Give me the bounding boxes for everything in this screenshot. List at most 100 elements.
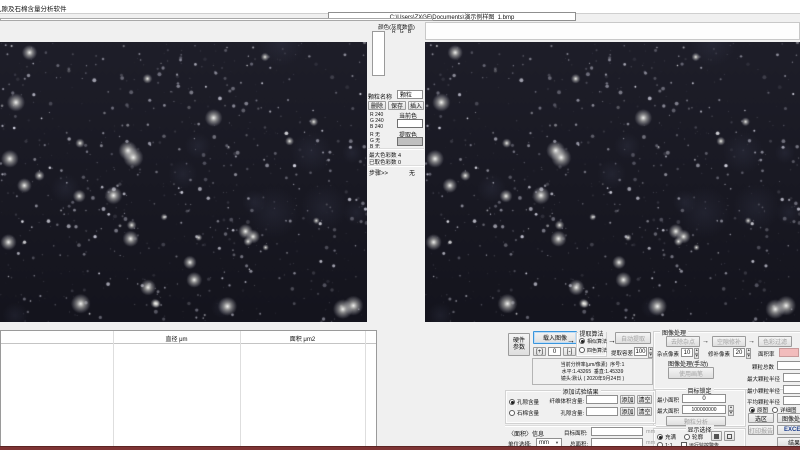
divider	[368, 165, 424, 167]
zoom-in-button[interactable]: [+]	[533, 347, 546, 356]
radio-asbestos-content[interactable]: 石棉含量	[509, 409, 539, 417]
table-divider	[113, 331, 114, 446]
rgb-header: R G B	[392, 29, 411, 35]
image-process-button[interactable]: 图像处理	[777, 413, 800, 423]
excel-export-button[interactable]: EXCEL	[777, 425, 800, 435]
min-area-input[interactable]: 0	[682, 394, 726, 403]
max-area-spinner[interactable]: ▲▼	[728, 405, 734, 414]
radio-similar-algorithm[interactable]: 相似算法	[579, 338, 607, 345]
max-area-label: 最大面积	[657, 407, 679, 415]
outline-square-icon	[727, 434, 732, 439]
radio-outline[interactable]: 轮廓	[684, 433, 703, 441]
fiber-content-input[interactable]	[586, 395, 618, 404]
radio-icon	[509, 410, 515, 416]
auto-extract-button[interactable]: 自动提取	[615, 332, 651, 344]
min-radius-label: 最小颗粒半径	[747, 387, 780, 395]
resolution-line1: 当前分辨率(μm/像素) 序号:1	[561, 361, 625, 368]
denoise-button[interactable]: 去除杂点	[666, 336, 700, 347]
max-area-input[interactable]: 100000000	[682, 405, 726, 414]
min-area-label: 最小面积	[657, 396, 679, 404]
radio-fourcolor-algorithm[interactable]: 四色算法	[579, 347, 607, 354]
save-button[interactable]: 保存	[388, 101, 406, 110]
progress-bar[interactable]	[0, 18, 433, 21]
arrow-icon: →	[702, 338, 709, 345]
avg-radius-input[interactable]	[783, 396, 800, 405]
tolerance-input[interactable]: 100	[634, 347, 647, 356]
particle-total-input[interactable]	[777, 361, 800, 370]
color-filter-button[interactable]: 色彩过滤	[758, 336, 792, 347]
target-area-unit: mm	[646, 429, 655, 435]
patch-pixel-label: 修补像素	[708, 350, 730, 358]
delete-button[interactable]: 删除	[368, 101, 386, 110]
pore-add-button[interactable]: 添加	[620, 407, 635, 416]
table-divider	[240, 331, 241, 446]
area-info-title: 〈面积〉信息	[508, 429, 544, 438]
spin-down-icon: ▼	[728, 411, 734, 417]
denoise-pixel-input[interactable]: 10	[681, 348, 693, 357]
current-b: B 240	[370, 124, 383, 130]
fiber-content-label: 纤维体积含量:	[538, 397, 584, 405]
step-value: 无	[409, 168, 415, 177]
picked-color-swatch	[397, 137, 423, 146]
fiber-clear-button[interactable]: 清空	[637, 395, 652, 404]
pore-content-input[interactable]	[586, 407, 618, 416]
target-area-input[interactable]	[591, 427, 643, 436]
target-area-label: 目标面积:	[564, 429, 588, 437]
patch-spinner[interactable]: ▲▼	[746, 348, 751, 357]
patch-pixel-input[interactable]: 20	[733, 348, 745, 357]
table-col-diameter: 直径 μm	[113, 334, 240, 343]
fiber-add-button[interactable]: 添加	[620, 395, 635, 404]
radio-icon	[509, 399, 515, 405]
resolution-line3: 镜头:默认 ( 2020年9月24日 )	[561, 375, 624, 382]
zoom-value-box[interactable]: 0	[548, 347, 561, 356]
avg-radius-label: 平均颗粒半径	[747, 398, 780, 406]
table-divider	[365, 331, 366, 446]
insert-button[interactable]: 插入	[408, 101, 424, 110]
arrow-icon: →	[748, 338, 755, 345]
particle-name-input[interactable]: 颗粒	[397, 90, 423, 99]
color-listbox[interactable]	[372, 31, 385, 76]
microscopy-image-left[interactable]	[0, 42, 367, 322]
min-radius-input[interactable]	[783, 385, 800, 394]
fill-preview-button[interactable]	[711, 431, 722, 441]
use-brush-button[interactable]: 使用画笔	[668, 367, 714, 379]
pore-clear-button[interactable]: 清空	[637, 407, 652, 416]
right-image-header	[425, 22, 800, 40]
application-window: 孔隙及石棉含量分析软件 C:\Users\ZXGF\Documents\演示例样…	[0, 0, 800, 450]
resolution-info-box: 当前分辨率(μm/像素) 序号:1 水平:1.43265 垂直:1.45339 …	[532, 358, 653, 385]
arrow-icon: →	[567, 336, 575, 345]
window-title: 孔隙及石棉含量分析软件	[0, 3, 67, 13]
radio-icon	[579, 347, 585, 353]
spin-down-icon: ▼	[746, 354, 751, 360]
algorithm-group: 提取算法 相似算法 四色算法	[576, 332, 607, 357]
measurement-table[interactable]: 直径 μm 面积 μm2	[0, 330, 377, 447]
radio-fill[interactable]: 充满	[657, 433, 676, 441]
tolerance-label: 提取容差	[611, 349, 633, 357]
denoise-spinner[interactable]: ▲▼	[694, 348, 699, 357]
print-report-button[interactable]: 打印报告	[748, 425, 774, 435]
zoom-out-button[interactable]: [-]	[563, 347, 576, 356]
radio-icon	[657, 434, 663, 440]
current-color-swatch	[397, 119, 423, 128]
area-rate-label: 面积率	[758, 350, 775, 358]
radio-icon	[684, 434, 690, 440]
region-select-button[interactable]: 选区	[748, 413, 774, 423]
chevron-down-icon: ▼	[555, 440, 559, 445]
resolution-line2: 水平:1.43265 垂直:1.45339	[562, 368, 624, 375]
particle-total-label: 颗粒总数	[752, 363, 774, 371]
step-label: 步骤>>	[369, 168, 388, 177]
radio-pore-content[interactable]: 孔隙含量	[509, 398, 539, 406]
outline-preview-button[interactable]	[724, 431, 735, 441]
hardware-params-button[interactable]: 硬件 参数	[508, 333, 530, 356]
pore-content-label: 孔隙含量:	[538, 409, 584, 417]
filled-square-icon	[714, 434, 719, 439]
bottom-window-edge	[0, 446, 800, 450]
patch-gaps-button[interactable]: 空隙修补	[712, 336, 746, 347]
table-col-area: 面积 μm2	[240, 334, 365, 343]
area-rate-box[interactable]	[779, 348, 799, 357]
microscopy-image-right[interactable]	[425, 42, 800, 322]
radio-icon	[579, 338, 585, 344]
particle-name-label: 颗粒名称	[368, 92, 392, 101]
max-radius-input[interactable]	[783, 373, 800, 382]
divider	[368, 148, 424, 150]
